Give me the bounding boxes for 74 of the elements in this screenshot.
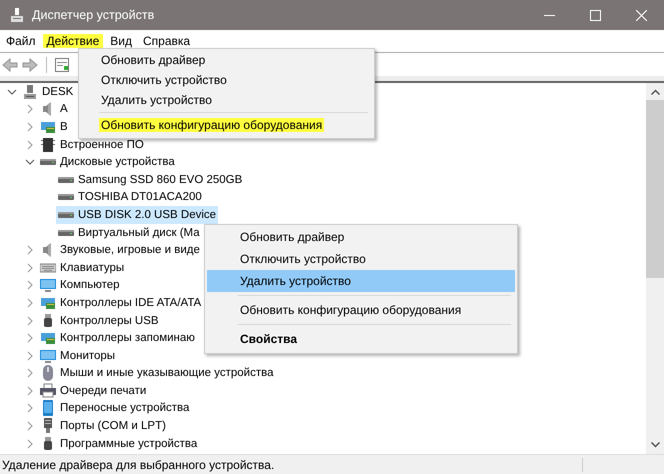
menu-item[interactable]: Удалить устройство [207,270,515,292]
drive-icon [58,212,74,218]
tree-item[interactable]: Звуковые, игровые и виде [38,241,202,259]
collapse-chevron-icon[interactable] [7,86,17,97]
menu-item[interactable]: Справка [139,34,194,48]
scroll-up-icon [650,89,660,95]
tree-item[interactable]: Контроллеры USB [38,312,161,330]
tree-item[interactable]: Контроллеры IDE ATA/ATA [38,294,204,312]
tree-item[interactable]: DESK [20,83,76,101]
expand-chevron-icon[interactable] [25,262,35,273]
expand-chevron-icon[interactable] [25,333,35,344]
scroll-down-icon [650,442,660,448]
tree-item[interactable]: Мониторы [38,346,118,364]
drive-icon [58,176,74,183]
back-arrow-icon [2,57,18,73]
collapse-chevron-icon[interactable] [25,157,35,168]
tree-item[interactable]: Встроенное ПО [38,136,146,154]
expand-chevron-icon[interactable] [25,386,35,396]
window-title: Диспетчер устройств [32,8,154,22]
expand-chevron-icon[interactable] [25,438,35,449]
expand-chevron-icon[interactable] [25,245,35,256]
tree-item[interactable]: Samsung SSD 860 EVO 250GB [56,170,244,189]
tree-item[interactable]: А [38,100,70,118]
menu-item[interactable]: Отключить устройство [81,70,372,90]
menu-item[interactable]: Удалить устройство [81,90,372,110]
tree-item[interactable]: В [38,118,70,136]
expand-chevron-icon[interactable] [25,421,35,432]
menu-item[interactable]: Действие [42,34,104,48]
expand-chevron-icon[interactable] [25,316,35,326]
expand-chevron-icon[interactable] [25,403,35,414]
tree-item[interactable]: Мыши и иные указывающие устройства [38,364,276,382]
menu-item[interactable]: Файл [2,34,40,48]
tree-item[interactable]: USB DISK 2.0 USB Device [56,206,218,224]
drive-icon [58,230,74,236]
expand-chevron-icon[interactable] [25,350,35,361]
tree-item[interactable]: Дисковые устройства [38,153,177,171]
drive-icon [58,194,74,200]
properties-icon [55,58,69,72]
expand-chevron-icon[interactable] [25,368,35,378]
menu-item[interactable]: Вид [106,34,136,48]
tree-item[interactable]: Программные устройства [38,434,200,452]
printer-icon [40,382,56,399]
circuit-board-icon [40,330,56,346]
maximize-icon [590,10,600,20]
app-icon [10,7,24,23]
expand-chevron-icon[interactable] [25,140,35,150]
tree-item[interactable]: Контроллеры запоминаю [38,329,197,347]
chip-icon [40,136,56,153]
expand-chevron-icon[interactable] [25,104,35,114]
tree-item[interactable]: Клавиатуры [38,258,126,277]
tablet-icon [40,400,56,416]
menu-item[interactable]: Обновить драйвер [81,50,372,70]
scrollbar-thumb[interactable] [646,100,664,278]
drive-icon [40,159,56,166]
menu-item[interactable]: Обновить конфигурацию оборудования [207,299,515,321]
tree-item[interactable]: Очереди печати [38,382,148,400]
monitor-icon [40,348,56,364]
computer-icon [22,84,38,100]
menu-item[interactable]: Свойства [207,328,515,350]
tree-item[interactable]: Переносные устройства [38,400,192,418]
tree-item[interactable]: Компьютер [38,276,122,294]
mouse-icon [40,365,56,382]
tree-item[interactable]: Виртуальный диск (Ма [56,224,202,242]
monitor-icon [40,277,56,294]
menu-item[interactable]: Обновить драйвер [207,226,515,248]
expand-chevron-icon[interactable] [25,298,35,308]
status-text: Удаление драйвера для выбранного устройства. [0,458,583,472]
expand-chevron-icon[interactable] [25,280,35,290]
tree-item[interactable]: Порты (COM и LPT) [38,417,168,435]
expand-chevron-icon[interactable] [25,122,35,132]
forward-arrow-icon [22,57,38,73]
tree-item[interactable]: TOSHIBA DT01ACA200 [56,188,204,206]
menu-item[interactable]: Отключить устройство [207,248,515,270]
close-icon [636,10,646,20]
